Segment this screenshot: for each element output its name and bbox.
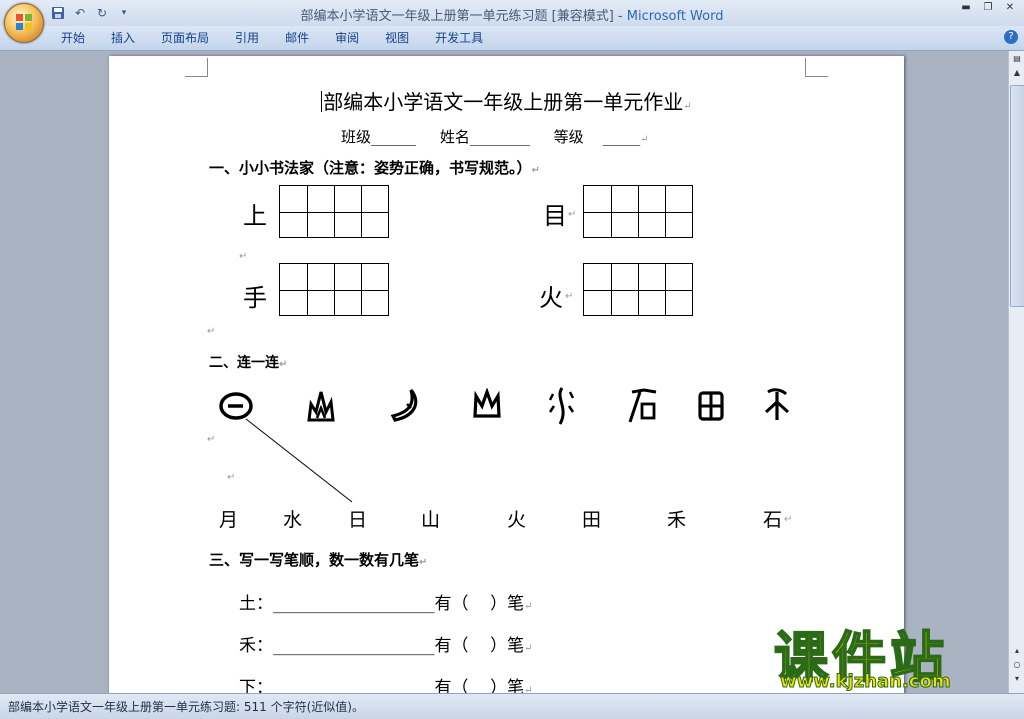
stroke-row-blank[interactable]: ___________________	[273, 636, 435, 656]
document-page[interactable]: 部编本小学语文一年级上册第一单元作业↵ 班级______ 姓名________ …	[109, 56, 904, 693]
tab-mailings[interactable]: 邮件	[272, 30, 322, 47]
stroke-row-count: 有（ ）笔	[434, 678, 525, 693]
paragraph-mark: ↵	[784, 514, 793, 525]
match-char-tian: 田	[582, 509, 602, 531]
ruler-toggle-icon[interactable]: ▤	[1011, 53, 1023, 64]
match-char-yue: 月	[219, 509, 239, 531]
scroll-up-icon[interactable]: ▲	[1011, 67, 1023, 78]
match-char-shan: 山	[421, 509, 441, 531]
restore-icon[interactable]: ❐	[980, 2, 996, 16]
paragraph-mark: ↵	[207, 434, 216, 445]
stroke-order-row: 土：___________________有（ ）笔↵	[239, 589, 533, 614]
tab-home[interactable]: 开始	[48, 30, 98, 47]
title-separator: -	[613, 9, 627, 24]
watermark-logo: 课件站 www.kjzhan.com	[768, 613, 1013, 695]
window-controls: ▬ ❐ ✕	[958, 2, 1018, 16]
close-icon[interactable]: ✕	[1002, 2, 1018, 16]
window-title: 部编本小学语文一年级上册第一单元练习题 [兼容模式] - Microsoft W…	[0, 5, 1024, 24]
tab-insert[interactable]: 插入	[98, 30, 148, 47]
minimize-icon[interactable]: ▬	[958, 2, 974, 16]
match-char-he: 禾	[667, 509, 687, 531]
ribbon-tabs-bar: 开始 插入 页面布局 引用 邮件 审阅 视图 开发工具 ?	[0, 26, 1024, 51]
help-icon[interactable]: ?	[1004, 30, 1018, 44]
paragraph-mark: ↵	[524, 643, 533, 654]
stroke-row-blank[interactable]: ___________________	[273, 594, 435, 614]
stroke-row-char: 禾：	[239, 636, 273, 656]
office-logo-icon	[16, 14, 32, 30]
scrollbar-thumb[interactable]	[1010, 85, 1024, 307]
document-name: 部编本小学语文一年级上册第一单元练习题 [兼容模式]	[300, 9, 614, 24]
stroke-row-count: 有（ ）笔	[434, 594, 525, 614]
watermark-url: www.kjzhan.com	[780, 671, 952, 693]
tab-page-layout[interactable]: 页面布局	[148, 30, 222, 47]
ribbon-tabs: 开始 插入 页面布局 引用 邮件 审阅 视图 开发工具	[48, 30, 496, 47]
tab-view[interactable]: 视图	[372, 30, 422, 47]
stroke-row-blank[interactable]: ___________________	[273, 678, 435, 693]
app-name: Microsoft Word	[626, 9, 724, 24]
match-char-huo: 火	[507, 509, 527, 531]
vertical-scrollbar[interactable]: ▤ ▲ ▴ ○ ▾	[1008, 51, 1024, 693]
tab-references[interactable]: 引用	[222, 30, 272, 47]
status-word-count[interactable]: 部编本小学语文一年级上册第一单元练习题: 511 个字符(近似值)。	[8, 698, 364, 715]
tab-developer[interactable]: 开发工具	[422, 30, 496, 47]
match-char-shui: 水	[283, 509, 303, 531]
stroke-order-row: 禾：___________________有（ ）笔↵	[239, 631, 533, 656]
stroke-row-count: 有（ ）笔	[434, 636, 525, 656]
match-char-shi: 石	[763, 509, 783, 531]
paragraph-mark: ↵	[524, 601, 533, 612]
section-3-text: 三、写一写笔顺，数一数有几笔	[209, 551, 420, 569]
paragraph-mark: ↵	[419, 557, 428, 568]
tab-review[interactable]: 审阅	[322, 30, 372, 47]
paragraph-mark: ↵	[227, 472, 236, 483]
title-bar: ↶ ↻ ▾ 部编本小学语文一年级上册第一单元练习题 [兼容模式] - Micro…	[0, 0, 1024, 26]
match-char-ri: 日	[348, 509, 368, 531]
status-bar: 部编本小学语文一年级上册第一单元练习题: 511 个字符(近似值)。	[0, 693, 1024, 719]
section-3-heading: 三、写一写笔顺，数一数有几笔↵	[209, 549, 427, 570]
stroke-row-char: 土：	[239, 594, 273, 614]
stroke-row-char: 下：	[239, 678, 273, 693]
office-button[interactable]	[4, 3, 44, 43]
stroke-order-row: 下：___________________有（ ）笔↵	[239, 673, 533, 693]
document-area: 部编本小学语文一年级上册第一单元作业↵ 班级______ 姓名________ …	[0, 51, 1008, 693]
paragraph-mark: ↵	[524, 685, 533, 693]
